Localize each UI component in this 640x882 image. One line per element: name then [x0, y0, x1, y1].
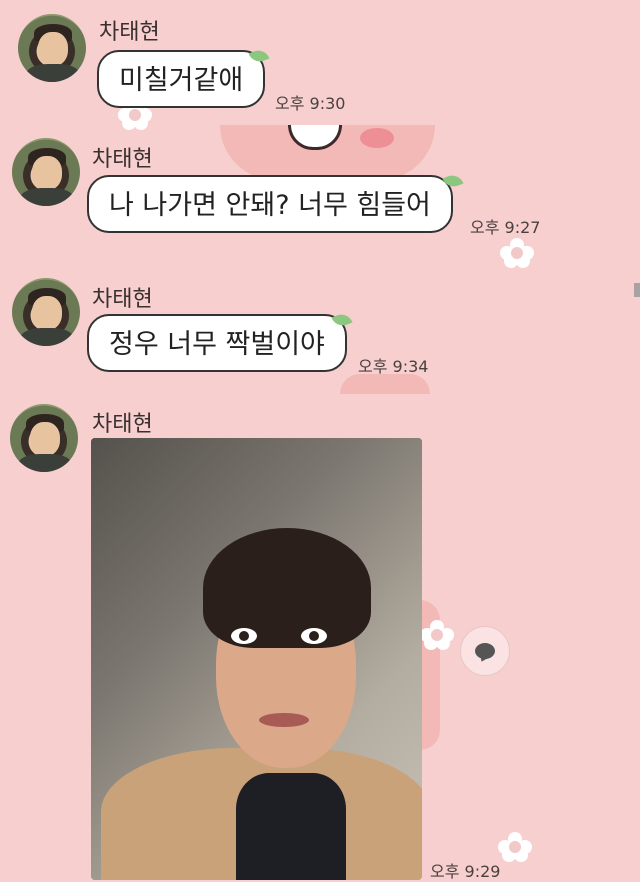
background-shape [340, 374, 430, 394]
sender-name: 차태현 [92, 287, 153, 312]
avatar[interactable] [10, 404, 78, 472]
avatar[interactable] [12, 278, 80, 346]
avatar[interactable] [18, 14, 86, 82]
message-time: 오후 9:27 [470, 218, 541, 237]
message-time: 오후 9:34 [358, 357, 429, 376]
message-time: 오후 9:29 [430, 862, 501, 881]
share-button[interactable] [460, 626, 510, 676]
sender-name: 차태현 [92, 412, 153, 437]
flower-icon [420, 620, 454, 650]
flower-icon [500, 238, 534, 268]
sender-name: 차태현 [92, 147, 153, 172]
avatar[interactable] [12, 138, 80, 206]
message-bubble[interactable]: 나 나가면 안돼? 너무 힘들어 [87, 175, 453, 233]
selfie-photo[interactable] [91, 438, 422, 880]
scrollbar[interactable] [634, 283, 640, 297]
flower-icon [498, 832, 532, 862]
message-time: 오후 9:30 [275, 94, 346, 113]
message-bubble[interactable]: 미칠거같애 [97, 50, 266, 108]
sender-name: 차태현 [99, 20, 160, 45]
message-bubble[interactable]: 정우 너무 짝벌이야 [87, 314, 347, 372]
background-character-cheek [360, 128, 394, 148]
speech-bubble-icon [475, 643, 495, 659]
